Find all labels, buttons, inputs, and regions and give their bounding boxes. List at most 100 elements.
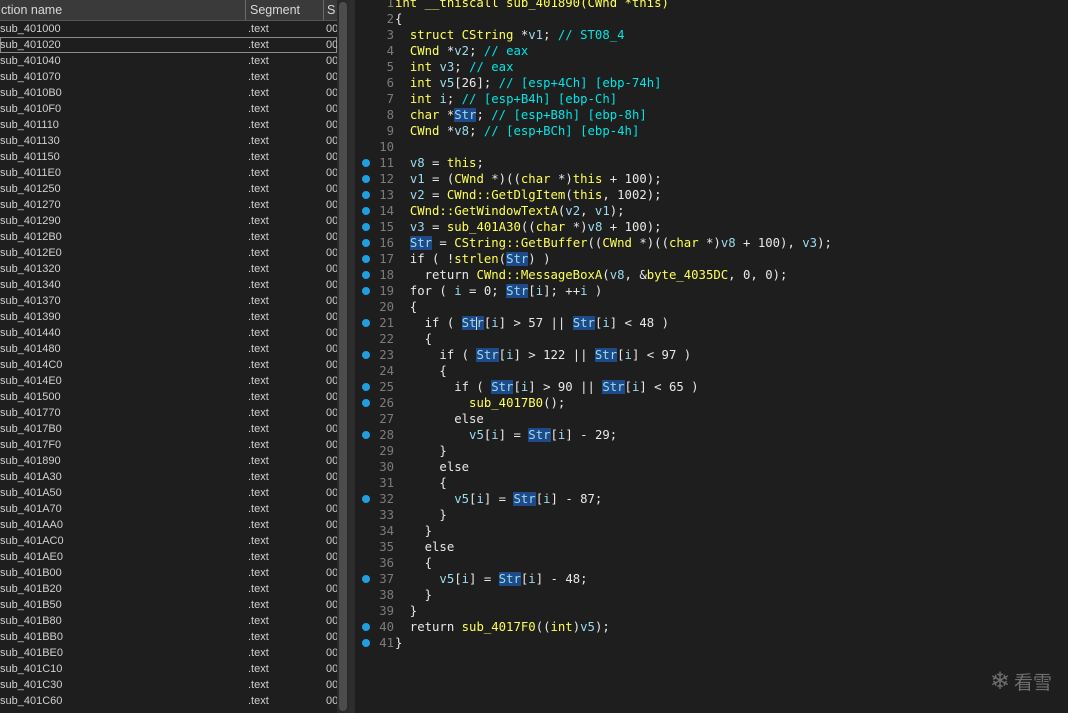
code-token[interactable]: int <box>410 60 440 74</box>
function-row[interactable]: sub_401150 .text 00 <box>0 149 337 165</box>
function-row[interactable]: sub_4014C0 .text 00 <box>0 357 337 373</box>
function-row[interactable]: sub_401130 .text 00 <box>0 133 337 149</box>
code-token[interactable]: CWnd::MessageBoxA <box>476 268 602 282</box>
function-row[interactable]: sub_401B80 .text 00 <box>0 613 337 629</box>
code-token[interactable]: v3 <box>802 236 817 250</box>
code-line[interactable]: 35 else <box>356 539 1068 555</box>
code-line[interactable]: 25 if ( Str[i] > 90 || Str[i] < 65 ) <box>356 379 1068 395</box>
code-line[interactable]: 5 int v3; // eax <box>356 59 1068 75</box>
code-line[interactable]: 19 for ( i = 0; Str[i]; ++i ) <box>356 283 1068 299</box>
code-token[interactable]: Str <box>454 108 477 122</box>
code-token[interactable]: strlen <box>454 252 498 266</box>
panel-splitter[interactable] <box>349 0 355 713</box>
code-line[interactable]: 8 char *Str; // [esp+B8h] [ebp-8h] <box>356 107 1068 123</box>
function-row[interactable]: sub_401890 .text 00 <box>0 453 337 469</box>
function-row[interactable]: sub_401AC0 .text 00 <box>0 533 337 549</box>
code-token[interactable]: Str <box>594 348 618 362</box>
code-token[interactable]: v1 <box>410 172 425 186</box>
breakpoint-dot-icon[interactable] <box>362 399 370 407</box>
code-line[interactable]: 39 } <box>356 603 1068 619</box>
function-row[interactable]: sub_4010B0 .text 00 <box>0 85 337 101</box>
code-line[interactable]: 2{ <box>356 11 1068 27</box>
code-token[interactable]: Str <box>498 572 521 586</box>
breakpoint-dot-icon[interactable] <box>362 191 370 199</box>
breakpoint-dot-icon[interactable] <box>362 495 370 503</box>
code-line[interactable]: 36 { <box>356 555 1068 571</box>
code-token[interactable]: v5 <box>439 76 454 90</box>
code-token[interactable]: i <box>543 492 550 506</box>
code-line[interactable]: 38 } <box>356 587 1068 603</box>
code-line[interactable]: 1 int __thiscall sub_401890(CWnd *this) <box>356 0 1068 11</box>
code-token[interactable]: i <box>528 572 535 586</box>
code-line[interactable]: 16 Str = CString::GetBuffer((CWnd *)((ch… <box>356 235 1068 251</box>
code-line[interactable]: 10 <box>356 139 1068 155</box>
code-line[interactable]: 4 CWnd *v2; // eax <box>356 43 1068 59</box>
function-row[interactable]: sub_401270 .text 00 <box>0 197 337 213</box>
code-line[interactable]: 13 v2 = CWnd::GetDlgItem(this, 1002); <box>356 187 1068 203</box>
function-row[interactable]: sub_401AA0 .text 00 <box>0 517 337 533</box>
code-token[interactable]: int __thiscall sub_401890(CWnd *this) <box>395 0 669 10</box>
code-token[interactable]: i <box>536 284 543 298</box>
breakpoint-dot-icon[interactable] <box>362 319 370 327</box>
code-token[interactable]: int <box>410 76 440 90</box>
function-row[interactable]: sub_401B00 .text 00 <box>0 565 337 581</box>
function-row[interactable]: sub_401480 .text 00 <box>0 341 337 357</box>
code-token[interactable]: i <box>491 428 498 442</box>
code-line[interactable]: 37 v5[i] = Str[i] - 48; <box>356 571 1068 587</box>
code-line[interactable]: 40 return sub_4017F0((int)v5); <box>356 619 1068 635</box>
code-token[interactable]: i <box>476 492 483 506</box>
column-header-start[interactable]: S <box>324 0 337 20</box>
code-token[interactable]: // ST08_4 <box>558 28 625 42</box>
function-row[interactable]: sub_401320 .text 00 <box>0 261 337 277</box>
function-row[interactable]: sub_401370 .text 00 <box>0 293 337 309</box>
code-token[interactable]: i <box>454 284 461 298</box>
code-line[interactable]: 28 v5[i] = Str[i] - 29; <box>356 427 1068 443</box>
function-row[interactable]: sub_401A30 .text 00 <box>0 469 337 485</box>
breakpoint-dot-icon[interactable] <box>362 175 370 183</box>
code-line[interactable]: 34 } <box>356 523 1068 539</box>
code-line[interactable]: 29 } <box>356 443 1068 459</box>
code-token[interactable]: v3 <box>439 60 454 74</box>
code-token[interactable]: v2 <box>565 204 580 218</box>
code-token[interactable]: CWnd <box>410 124 447 138</box>
code-token[interactable]: v1 <box>595 204 610 218</box>
code-token[interactable]: CWnd::GetWindowTextA <box>410 204 558 218</box>
breakpoint-dot-icon[interactable] <box>362 383 370 391</box>
function-row[interactable]: sub_4011E0 .text 00 <box>0 165 337 181</box>
code-line[interactable]: 30 else <box>356 459 1068 475</box>
breakpoint-dot-icon[interactable] <box>362 207 370 215</box>
code-line[interactable]: 31 { <box>356 475 1068 491</box>
code-line[interactable]: 24 { <box>356 363 1068 379</box>
code-token[interactable]: char <box>410 108 447 122</box>
code-token[interactable]: // [esp+B4h] [ebp-Ch] <box>462 92 617 106</box>
code-token[interactable]: i <box>625 348 632 362</box>
code-token[interactable]: CWnd::GetDlgItem <box>447 188 565 202</box>
scrollbar-thumb[interactable] <box>339 2 347 711</box>
breakpoint-dot-icon[interactable] <box>362 575 370 583</box>
code-line[interactable]: 17 if ( !strlen(Str) ) <box>356 251 1068 267</box>
code-line[interactable]: 22 { <box>356 331 1068 347</box>
code-token[interactable]: // [esp+4Ch] [ebp-74h] <box>499 76 662 90</box>
code-line[interactable]: 14 CWnd::GetWindowTextA(v2, v1); <box>356 203 1068 219</box>
code-token[interactable]: CWnd <box>602 236 639 250</box>
code-token[interactable]: v5 <box>439 572 454 586</box>
code-line[interactable]: 27 else <box>356 411 1068 427</box>
code-token[interactable]: Str <box>602 380 625 394</box>
breakpoint-dot-icon[interactable] <box>362 159 370 167</box>
code-line[interactable]: 9 CWnd *v8; // [esp+BCh] [ebp-4h] <box>356 123 1068 139</box>
code-line[interactable]: 21 if ( Str[i] > 57 || Str[i] < 48 ) <box>356 315 1068 331</box>
code-line[interactable]: 26 sub_4017B0(); <box>356 395 1068 411</box>
function-row[interactable]: sub_401AE0 .text 00 <box>0 549 337 565</box>
code-line[interactable]: 20 { <box>356 299 1068 315</box>
code-line[interactable]: 3 struct CString *v1; // ST08_4 <box>356 27 1068 43</box>
code-token[interactable]: Str <box>461 316 484 330</box>
code-token[interactable]: v8 <box>721 236 736 250</box>
code-line[interactable]: 6 int v5[26]; // [esp+4Ch] [ebp-74h] <box>356 75 1068 91</box>
breakpoint-dot-icon[interactable] <box>362 623 370 631</box>
code-token[interactable]: byte_4035DC <box>647 268 728 282</box>
function-row[interactable]: sub_401390 .text 00 <box>0 309 337 325</box>
code-token[interactable]: i <box>580 284 587 298</box>
code-token[interactable]: Str <box>572 316 595 330</box>
code-token[interactable]: CWnd <box>410 44 447 58</box>
code-token[interactable]: Str <box>506 252 529 266</box>
